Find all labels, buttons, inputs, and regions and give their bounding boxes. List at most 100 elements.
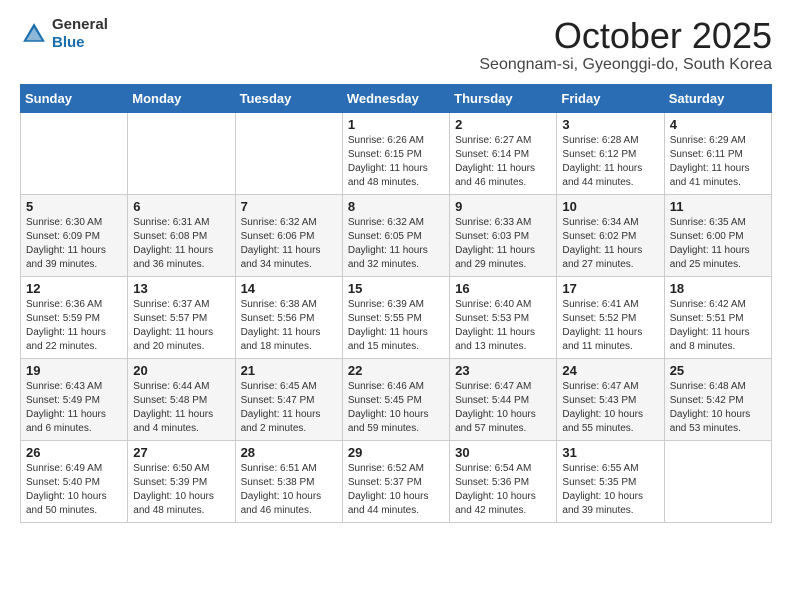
weekday-header: Wednesday [342, 84, 449, 112]
calendar-cell [664, 440, 771, 522]
calendar-cell: 28 Sunrise: 6:51 AM Sunset: 5:38 PM Dayli… [235, 440, 342, 522]
day-info: Sunrise: 6:54 AM Sunset: 5:36 PM Dayligh… [455, 462, 551, 518]
calendar-cell: 1Sunrise: 6:26 AM Sunset: 6:15 PM Daylig… [342, 112, 449, 194]
day-number: 21 [241, 363, 337, 378]
day-info: Sunrise: 6:52 AM Sunset: 5:37 PM Dayligh… [348, 462, 444, 518]
calendar-cell: 25Sunrise: 6:48 AM Sunset: 5:42 PM Dayli… [664, 358, 771, 440]
day-info: Sunrise: 6:47 AM Sunset: 5:43 PM Dayligh… [562, 380, 658, 436]
calendar-cell: 17 Sunrise: 6:41 AM Sunset: 5:52 PM Dayli… [557, 276, 664, 358]
calendar-cell: 29Sunrise: 6:52 AM Sunset: 5:37 PM Dayli… [342, 440, 449, 522]
month-title: October 2025 [479, 16, 772, 56]
day-info: Sunrise: 6:36 AM Sunset: 5:59 PM Dayligh… [26, 298, 122, 354]
day-number: 27 [133, 445, 229, 460]
day-number: 13 [133, 281, 229, 296]
calendar-cell: 8 Sunrise: 6:32 AM Sunset: 6:05 PM Daylig… [342, 194, 449, 276]
day-info: Sunrise: 6:51 AM Sunset: 5:38 PM Dayligh… [241, 462, 337, 518]
day-number: 2 [455, 117, 551, 132]
day-number: 28 [241, 445, 337, 460]
day-number: 5 [26, 199, 122, 214]
page-header: General Blue October 2025 Seongnam-si, G… [20, 16, 772, 74]
weekday-header: Tuesday [235, 84, 342, 112]
day-info: Sunrise: 6:33 AM Sunset: 6:03 PM Dayligh… [455, 216, 551, 272]
day-info: Sunrise: 6:30 AM Sunset: 6:09 PM Dayligh… [26, 216, 122, 272]
day-info: Sunrise: 6:48 AM Sunset: 5:42 PM Dayligh… [670, 380, 766, 436]
day-info: Sunrise: 6:29 AM Sunset: 6:11 PM Dayligh… [670, 134, 766, 190]
calendar-cell: 20 Sunrise: 6:44 AM Sunset: 5:48 PM Dayli… [128, 358, 235, 440]
day-info: Sunrise: 6:26 AM Sunset: 6:15 PM Dayligh… [348, 134, 444, 190]
day-info: Sunrise: 6:50 AM Sunset: 5:39 PM Dayligh… [133, 462, 229, 518]
day-info: Sunrise: 6:40 AM Sunset: 5:53 PM Dayligh… [455, 298, 551, 354]
day-number: 16 [455, 281, 551, 296]
calendar-cell: 31Sunrise: 6:55 AM Sunset: 5:35 PM Dayli… [557, 440, 664, 522]
day-number: 8 [348, 199, 444, 214]
logo-general: General [52, 16, 108, 33]
calendar-week-row: 19Sunrise: 6:43 AM Sunset: 5:49 PM Dayli… [21, 358, 772, 440]
calendar-cell: 16 Sunrise: 6:40 AM Sunset: 5:53 PM Dayli… [450, 276, 557, 358]
calendar-week-row: 12 Sunrise: 6:36 AM Sunset: 5:59 PM Dayli… [21, 276, 772, 358]
calendar-cell: 21 Sunrise: 6:45 AM Sunset: 5:47 PM Dayli… [235, 358, 342, 440]
weekday-header: Friday [557, 84, 664, 112]
day-info: Sunrise: 6:46 AM Sunset: 5:45 PM Dayligh… [348, 380, 444, 436]
calendar-cell: 24Sunrise: 6:47 AM Sunset: 5:43 PM Dayli… [557, 358, 664, 440]
day-number: 6 [133, 199, 229, 214]
calendar-cell: 10Sunrise: 6:34 AM Sunset: 6:02 PM Dayli… [557, 194, 664, 276]
weekday-header: Sunday [21, 84, 128, 112]
calendar-cell: 14Sunrise: 6:38 AM Sunset: 5:56 PM Dayli… [235, 276, 342, 358]
logo-icon [20, 20, 48, 48]
day-number: 19 [26, 363, 122, 378]
calendar-cell: 11 Sunrise: 6:35 AM Sunset: 6:00 PM Dayli… [664, 194, 771, 276]
day-number: 11 [670, 199, 766, 214]
location: Seongnam-si, Gyeonggi-do, South Korea [479, 56, 772, 74]
day-info: Sunrise: 6:32 AM Sunset: 6:06 PM Dayligh… [241, 216, 337, 272]
calendar-cell: 9Sunrise: 6:33 AM Sunset: 6:03 PM Daylig… [450, 194, 557, 276]
calendar-cell: 23 Sunrise: 6:47 AM Sunset: 5:44 PM Dayli… [450, 358, 557, 440]
day-info: Sunrise: 6:45 AM Sunset: 5:47 PM Dayligh… [241, 380, 337, 436]
calendar-cell: 4Sunrise: 6:29 AM Sunset: 6:11 PM Daylig… [664, 112, 771, 194]
calendar-week-row: 5 Sunrise: 6:30 AM Sunset: 6:09 PM Daylig… [21, 194, 772, 276]
logo-blue: Blue [52, 34, 85, 51]
day-info: Sunrise: 6:27 AM Sunset: 6:14 PM Dayligh… [455, 134, 551, 190]
day-info: Sunrise: 6:34 AM Sunset: 6:02 PM Dayligh… [562, 216, 658, 272]
calendar-cell: 30 Sunrise: 6:54 AM Sunset: 5:36 PM Dayli… [450, 440, 557, 522]
day-number: 20 [133, 363, 229, 378]
day-number: 23 [455, 363, 551, 378]
calendar-cell: 6 Sunrise: 6:31 AM Sunset: 6:08 PM Daylig… [128, 194, 235, 276]
calendar-cell [235, 112, 342, 194]
title-block: October 2025 Seongnam-si, Gyeonggi-do, S… [479, 16, 772, 74]
calendar-cell: 2 Sunrise: 6:27 AM Sunset: 6:14 PM Daylig… [450, 112, 557, 194]
day-number: 31 [562, 445, 658, 460]
calendar-body: 1Sunrise: 6:26 AM Sunset: 6:15 PM Daylig… [21, 112, 772, 522]
calendar-week-row: 26Sunrise: 6:49 AM Sunset: 5:40 PM Dayli… [21, 440, 772, 522]
day-number: 30 [455, 445, 551, 460]
day-number: 26 [26, 445, 122, 460]
day-number: 12 [26, 281, 122, 296]
day-info: Sunrise: 6:31 AM Sunset: 6:08 PM Dayligh… [133, 216, 229, 272]
calendar-cell [128, 112, 235, 194]
day-info: Sunrise: 6:32 AM Sunset: 6:05 PM Dayligh… [348, 216, 444, 272]
logo-text: General Blue [52, 16, 108, 52]
day-number: 3 [562, 117, 658, 132]
day-info: Sunrise: 6:35 AM Sunset: 6:00 PM Dayligh… [670, 216, 766, 272]
calendar-week-row: 1Sunrise: 6:26 AM Sunset: 6:15 PM Daylig… [21, 112, 772, 194]
day-info: Sunrise: 6:44 AM Sunset: 5:48 PM Dayligh… [133, 380, 229, 436]
calendar-cell: 7Sunrise: 6:32 AM Sunset: 6:06 PM Daylig… [235, 194, 342, 276]
calendar-cell: 15Sunrise: 6:39 AM Sunset: 5:55 PM Dayli… [342, 276, 449, 358]
weekday-header: Thursday [450, 84, 557, 112]
day-info: Sunrise: 6:42 AM Sunset: 5:51 PM Dayligh… [670, 298, 766, 354]
calendar-cell: 18 Sunrise: 6:42 AM Sunset: 5:51 PM Dayli… [664, 276, 771, 358]
day-info: Sunrise: 6:37 AM Sunset: 5:57 PM Dayligh… [133, 298, 229, 354]
day-number: 18 [670, 281, 766, 296]
weekday-row: SundayMondayTuesdayWednesdayThursdayFrid… [21, 84, 772, 112]
calendar-cell [21, 112, 128, 194]
day-info: Sunrise: 6:47 AM Sunset: 5:44 PM Dayligh… [455, 380, 551, 436]
calendar-cell: 5 Sunrise: 6:30 AM Sunset: 6:09 PM Daylig… [21, 194, 128, 276]
calendar-cell: 26Sunrise: 6:49 AM Sunset: 5:40 PM Dayli… [21, 440, 128, 522]
day-number: 15 [348, 281, 444, 296]
calendar-cell: 13 Sunrise: 6:37 AM Sunset: 5:57 PM Dayli… [128, 276, 235, 358]
day-number: 17 [562, 281, 658, 296]
day-info: Sunrise: 6:41 AM Sunset: 5:52 PM Dayligh… [562, 298, 658, 354]
day-info: Sunrise: 6:28 AM Sunset: 6:12 PM Dayligh… [562, 134, 658, 190]
calendar-cell: 3 Sunrise: 6:28 AM Sunset: 6:12 PM Daylig… [557, 112, 664, 194]
day-info: Sunrise: 6:38 AM Sunset: 5:56 PM Dayligh… [241, 298, 337, 354]
calendar-cell: 12 Sunrise: 6:36 AM Sunset: 5:59 PM Dayli… [21, 276, 128, 358]
